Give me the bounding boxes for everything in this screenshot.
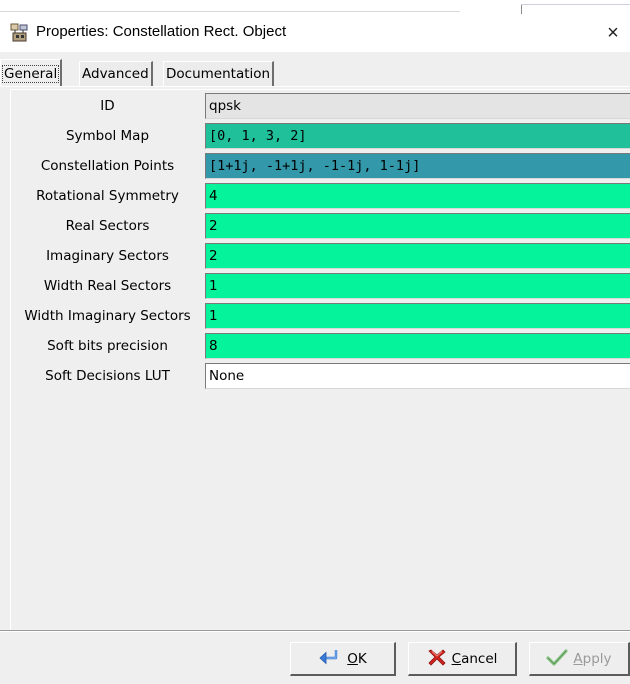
param-label: Soft Decisions LUT [45,368,170,384]
ok-mnemonic: O [347,650,358,667]
param-constellation-points-field[interactable]: [1+1j, -1+1j, -1-1j, 1-1j] [205,153,630,179]
param-id-field[interactable]: qpsk [205,93,630,119]
param-label: Constellation Points [40,158,175,174]
param-label: ID [100,98,115,114]
tab-documentation[interactable]: Documentation [163,61,275,86]
param-label: Soft bits precision [47,338,168,354]
tab-documentation-label: Documentation [166,66,271,82]
close-icon: × [607,21,619,44]
ok-label-rest: K [357,650,367,667]
blocks-app-icon [10,23,30,43]
tab-general-label: General [1,64,60,83]
enter-arrow-icon [318,648,342,670]
param-row-imaginary-sectors: Imaginary Sectors 2 [11,241,630,271]
cancel-label-rest: ancel [461,650,498,667]
param-row-soft-bits-precision: Soft bits precision 8 [11,331,630,361]
close-button[interactable]: × [596,16,630,50]
window-title: Properties: Constellation Rect. Object [36,23,287,40]
param-label: Width Real Sectors [43,278,172,294]
param-row-width-imaginary-sectors: Width Imaginary Sectors 1 [11,301,630,331]
param-row-rotational-symmetry: Rotational Symmetry 4 [11,181,630,211]
param-label: Rotational Symmetry [36,188,179,204]
params-panel: ID qpsk Symbol Map [0, 1, 3, 2] Constell… [10,89,630,630]
tab-advanced[interactable]: Advanced [79,61,153,86]
param-label: Real Sectors [65,218,150,234]
param-soft-decisions-lut-field[interactable]: None [205,363,630,389]
background-strip [0,0,630,14]
tab-advanced-label: Advanced [82,66,149,82]
title-bar: Properties: Constellation Rect. Object × [0,14,630,52]
param-rotational-symmetry-field[interactable]: 4 [205,183,630,209]
cancel-mnemonic: C [451,650,462,667]
tab-divider [0,86,630,87]
param-label: Symbol Map [65,128,150,144]
button-bar-divider-highlight [0,631,630,632]
checkmark-icon [546,648,569,670]
param-row-id: ID qpsk [11,91,630,121]
apply-button[interactable]: Apply [529,642,630,676]
apply-mnemonic: A [573,650,583,667]
param-real-sectors-field[interactable]: 2 [205,213,630,239]
apply-label-rest: pply [582,650,612,667]
param-soft-bits-precision-field[interactable]: 8 [205,333,630,359]
cancel-button[interactable]: Cancel [408,642,517,676]
tab-general[interactable]: General [0,59,63,87]
param-row-soft-decisions-lut: Soft Decisions LUT None [11,361,630,391]
param-row-symbol-map: Symbol Map [0, 1, 3, 2] [11,121,630,151]
param-label: Imaginary Sectors [46,248,169,264]
param-imaginary-sectors-field[interactable]: 2 [205,243,630,269]
dialog-client-area: General Advanced Documentation ID qpsk S… [0,52,630,684]
red-x-icon [427,647,447,671]
param-width-real-sectors-field[interactable]: 1 [205,273,630,299]
ok-button[interactable]: OK [290,642,396,676]
param-width-imaginary-sectors-field[interactable]: 1 [205,303,630,329]
param-row-width-real-sectors: Width Real Sectors 1 [11,271,630,301]
param-row-real-sectors: Real Sectors 2 [11,211,630,241]
param-row-constellation-points: Constellation Points [1+1j, -1+1j, -1-1j… [11,151,630,181]
param-symbol-map-field[interactable]: [0, 1, 3, 2] [205,123,630,149]
param-label: Width Imaginary Sectors [24,308,191,324]
